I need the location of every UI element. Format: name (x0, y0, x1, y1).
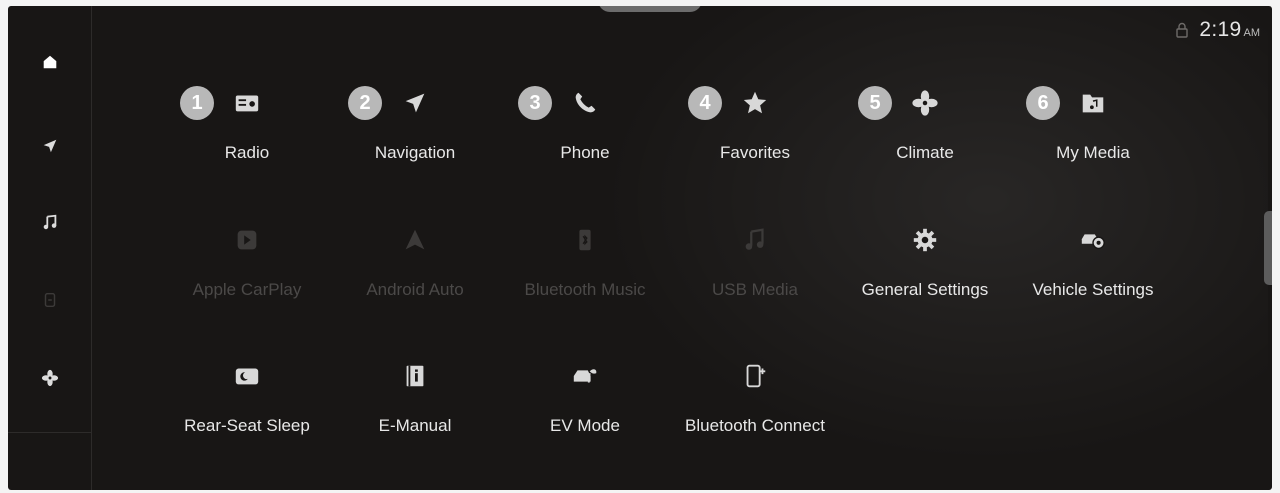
manual-icon-wrap (330, 361, 500, 391)
gear-icon (913, 228, 937, 252)
vehicle-settings-icon-wrap (1008, 225, 1178, 255)
menu-label: Apple CarPlay (192, 280, 302, 299)
sidebar-item-phone-projection[interactable] (8, 280, 91, 320)
menu-label: Rear-Seat Sleep (184, 416, 310, 435)
side-pull-handle[interactable] (1264, 211, 1272, 285)
radio-icon-wrap (162, 88, 332, 118)
menu-label: Radio (224, 143, 270, 162)
home-icon (43, 55, 56, 69)
menu-phone[interactable]: 3 Phone (500, 86, 670, 198)
phone-projection-icon (44, 292, 55, 308)
phone-icon (575, 92, 596, 113)
menu-label: General Settings (861, 280, 989, 299)
menu-label: Bluetooth Connect (685, 416, 825, 435)
fan-icon-wrap (840, 88, 1010, 118)
bluetooth-connect-icon-wrap (670, 361, 840, 391)
menu-label: USB Media (712, 280, 798, 299)
sidebar-divider (8, 432, 91, 433)
menu-climate[interactable]: 5 Climate (840, 86, 1010, 198)
menu-label: E-Manual (378, 416, 452, 435)
media-folder-icon-wrap (1008, 88, 1178, 118)
menu-bluetooth-music[interactable]: Bluetooth Music (500, 225, 670, 335)
menu-label: Climate (896, 143, 954, 162)
sidebar (8, 6, 92, 490)
menu-label: My Media (1056, 143, 1130, 162)
menu-ev-mode[interactable]: EV Mode (500, 361, 670, 471)
navigation-icon-wrap (330, 88, 500, 118)
status-bar: 2:19 AM (1175, 18, 1260, 42)
clock: 2:19 AM (1199, 18, 1260, 42)
rear-seat-sleep-icon (235, 368, 259, 385)
menu-my-media[interactable]: 6 My Media (1008, 86, 1178, 198)
menu-rear-seat-sleep[interactable]: Rear-Seat Sleep (162, 361, 332, 471)
lock-icon (1176, 22, 1189, 38)
menu-label: Favorites (720, 143, 790, 162)
bluetooth-connect-icon (746, 364, 766, 388)
rear-seat-sleep-icon-wrap (162, 361, 332, 391)
navigation-arrow-icon (405, 93, 425, 113)
infotainment-screen: 2:19 AM 1 Radio 2 Navigation 3 Phone 4 F… (8, 6, 1272, 490)
carplay-icon (237, 230, 257, 250)
menu-apple-carplay[interactable]: Apple CarPlay (162, 225, 332, 335)
carplay-icon-wrap (162, 225, 332, 255)
menu-favorites[interactable]: 4 Favorites (670, 86, 840, 198)
menu-label: Navigation (374, 143, 456, 162)
usb-music-icon (745, 228, 764, 250)
android-auto-icon (405, 229, 425, 250)
sidebar-item-home[interactable] (8, 42, 91, 82)
menu-android-auto[interactable]: Android Auto (330, 225, 500, 335)
top-pull-handle[interactable] (598, 6, 702, 12)
sidebar-item-media[interactable] (8, 202, 91, 242)
menu-navigation[interactable]: 2 Navigation (330, 86, 500, 198)
menu-e-manual[interactable]: E-Manual (330, 361, 500, 471)
phone-icon-wrap (500, 88, 670, 118)
music-note-icon (43, 214, 56, 230)
usb-music-icon-wrap (670, 225, 840, 255)
radio-icon (235, 95, 259, 112)
menu-usb-media[interactable]: USB Media (670, 225, 840, 335)
ev-mode-icon (573, 369, 597, 383)
menu-label: Android Auto (366, 280, 464, 299)
ev-mode-icon-wrap (500, 361, 670, 391)
menu-label: Bluetooth Music (524, 280, 646, 299)
star-icon (743, 91, 767, 114)
menu-radio[interactable]: 1 Radio (162, 86, 332, 198)
menu-bluetooth-connect[interactable]: Bluetooth Connect (670, 361, 840, 471)
bluetooth-music-icon-wrap (500, 225, 670, 255)
media-folder-icon (1082, 94, 1104, 113)
clock-ampm: AM (1243, 27, 1261, 39)
menu-general-settings[interactable]: General Settings (840, 225, 1010, 335)
sidebar-item-navigation[interactable] (8, 126, 91, 166)
bluetooth-music-icon (579, 229, 591, 251)
sidebar-item-climate[interactable] (8, 358, 91, 398)
star-icon-wrap (670, 88, 840, 118)
clock-time: 2:19 (1199, 18, 1242, 41)
vehicle-settings-icon (1081, 234, 1105, 250)
gear-icon-wrap (840, 225, 1010, 255)
fan-icon (912, 90, 938, 116)
android-auto-icon-wrap (330, 225, 500, 255)
fan-icon (41, 369, 58, 387)
menu-label: EV Mode (550, 416, 620, 435)
manual-icon (406, 365, 424, 387)
menu-vehicle-settings[interactable]: Vehicle Settings (1008, 225, 1178, 335)
menu-label: Vehicle Settings (1032, 280, 1154, 299)
menu-label: Phone (560, 143, 610, 162)
navigation-arrow-icon (43, 139, 56, 153)
